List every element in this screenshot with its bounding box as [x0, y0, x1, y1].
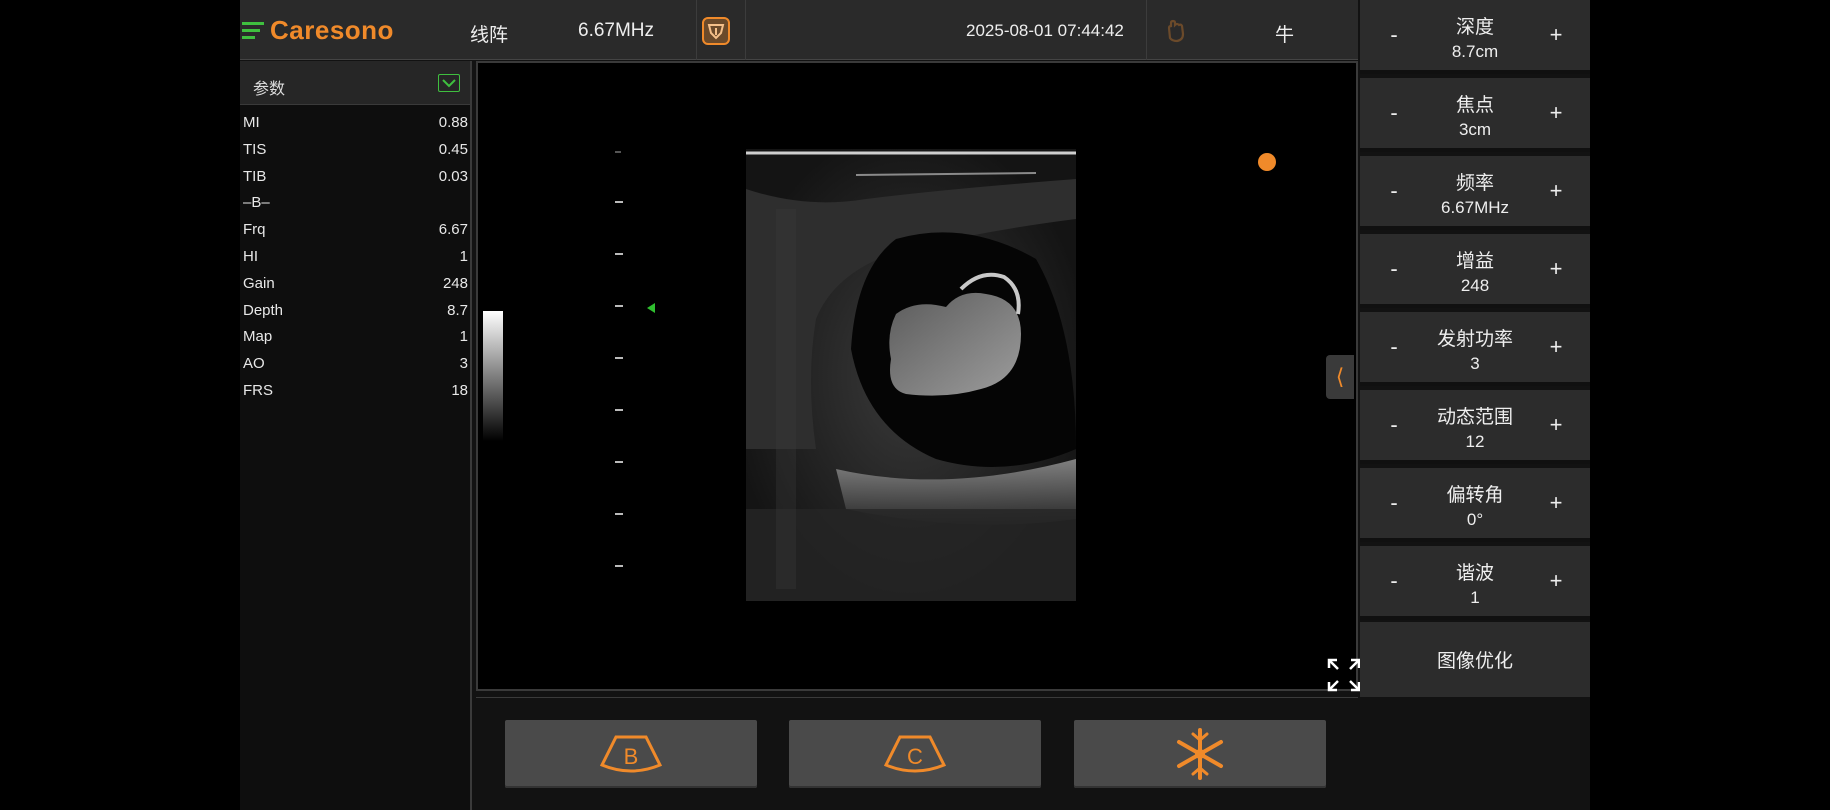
depth-tick — [615, 253, 623, 255]
logo-text: Caresono — [270, 14, 394, 45]
c-mode-probe-icon: C — [883, 735, 947, 773]
depth-tick — [615, 409, 623, 411]
ultrasound-image-area[interactable] — [476, 61, 1358, 691]
probe-type[interactable]: 线阵 — [470, 20, 508, 47]
hand-icon[interactable] — [1161, 16, 1191, 46]
divider — [1146, 0, 1147, 60]
snowflake-icon — [1177, 728, 1223, 780]
param-name: HI — [243, 247, 258, 265]
freeze-button[interactable] — [1074, 720, 1326, 788]
param-name: TIB — [243, 167, 267, 185]
depth-tick — [615, 357, 623, 359]
gain-control: - 增益 248 + — [1360, 234, 1590, 308]
param-row: –B– — [240, 190, 470, 217]
ultrasound-scan-image — [746, 149, 1076, 601]
param-value: 1 — [459, 247, 468, 265]
param-value: 0.88 — [438, 114, 468, 131]
param-row: TIS 0.45 — [240, 137, 470, 164]
param-row: Depth 8.7 — [240, 298, 470, 325]
header-frequency: 6.67MHz — [578, 20, 655, 41]
param-value: 3 — [459, 355, 468, 373]
b-mode-label: B — [624, 744, 639, 769]
divider — [745, 0, 746, 60]
steer-angle-control: - 偏转角 0° + — [1360, 468, 1590, 542]
transmit-power-control: - 发射功率 3 + — [1360, 312, 1590, 386]
param-name: Depth — [243, 301, 284, 319]
ultrasound-app: Caresono 线阵 6.67MHz 2025-08-01 07:44:42 … — [240, 0, 1590, 810]
c-mode-button[interactable]: C — [789, 720, 1041, 788]
increase-button[interactable]: + — [1544, 568, 1568, 594]
param-value: 18 — [451, 381, 468, 399]
menu-icon[interactable] — [242, 21, 264, 39]
param-value: 0.03 — [438, 167, 468, 185]
param-value: 248 — [442, 274, 468, 292]
increase-button[interactable]: + — [1544, 334, 1568, 360]
depth-tick — [615, 461, 623, 463]
increase-button[interactable]: + — [1544, 22, 1568, 48]
harmonic-control: - 谐波 1 + — [1360, 546, 1590, 620]
param-row: FRS 18 — [240, 378, 470, 405]
param-value: 8.7 — [447, 301, 468, 319]
param-value: 1 — [459, 328, 468, 346]
param-name: Map — [243, 328, 273, 346]
focus-control: - 焦点 3cm + — [1360, 78, 1590, 152]
mode-bar: B C — [476, 697, 1358, 810]
parameter-panel: 参数 MI 0.88 TIS 0.45 TIB 0.03 –B– Frq 6.67 HI… — [240, 61, 472, 810]
focus-marker[interactable] — [647, 303, 655, 313]
chevron-down-icon[interactable] — [438, 74, 460, 92]
top-bar: Caresono 线阵 6.67MHz 2025-08-01 07:44:42 … — [240, 0, 1358, 60]
grayscale-bar — [483, 311, 503, 441]
param-name: –B– — [243, 194, 270, 212]
image-optimize-button[interactable]: 图像优化 — [1360, 622, 1590, 697]
param-row: Map 1 — [240, 324, 470, 351]
dynamic-range-control: - 动态范围 12 + — [1360, 390, 1590, 464]
b-mode-button[interactable]: B — [505, 720, 757, 788]
param-row: Gain 248 — [240, 271, 470, 298]
param-row: HI 1 — [240, 244, 470, 271]
b-mode-probe-icon: B — [599, 735, 663, 773]
datetime: 2025-08-01 07:44:42 — [966, 21, 1124, 40]
param-name: MI — [243, 114, 260, 131]
param-row: Frq 6.67 — [240, 217, 470, 244]
parameter-title: 参数 — [253, 81, 286, 98]
param-name: Frq — [243, 221, 266, 239]
parameter-list: MI 0.88 TIS 0.45 TIB 0.03 –B– Frq 6.67 HI 1 G… — [240, 105, 470, 405]
param-row: MI 0.88 — [240, 110, 470, 137]
param-name: FRS — [243, 381, 273, 399]
logo: Caresono — [242, 14, 394, 46]
increase-button[interactable]: + — [1544, 490, 1568, 516]
depth-tick — [615, 305, 623, 307]
param-name: AO — [243, 355, 265, 373]
frequency-control: - 频率 6.67MHz + — [1360, 156, 1590, 230]
increase-button[interactable]: + — [1544, 256, 1568, 282]
param-name: TIS — [243, 140, 267, 158]
param-row: AO 3 — [240, 351, 470, 378]
param-row: TIB 0.03 — [240, 164, 470, 191]
depth-tick — [615, 201, 623, 203]
probe-shield-icon[interactable] — [701, 16, 731, 46]
depth-tick — [615, 151, 621, 153]
divider — [696, 0, 697, 60]
collapse-panel-icon[interactable]: ⟨ — [1326, 355, 1354, 399]
probe-orientation-marker — [1258, 153, 1276, 171]
param-value: 6.67 — [438, 221, 468, 239]
increase-button[interactable]: + — [1544, 178, 1568, 204]
param-value: 0.45 — [438, 140, 468, 158]
parameter-header[interactable]: 参数 — [240, 61, 470, 105]
increase-button[interactable]: + — [1544, 412, 1568, 438]
c-mode-label: C — [907, 744, 923, 769]
fullscreen-icon[interactable] — [1326, 657, 1362, 693]
depth-tick — [615, 565, 623, 567]
depth-tick — [615, 513, 623, 515]
depth-control: - 深度 8.7cm + — [1360, 0, 1590, 74]
increase-button[interactable]: + — [1544, 100, 1568, 126]
param-name: Gain — [243, 274, 275, 292]
control-panel: - 深度 8.7cm + - 焦点 3cm + - 频率 6.67MHz + -… — [1360, 0, 1590, 700]
animal-type[interactable]: 牛 — [1275, 20, 1294, 47]
